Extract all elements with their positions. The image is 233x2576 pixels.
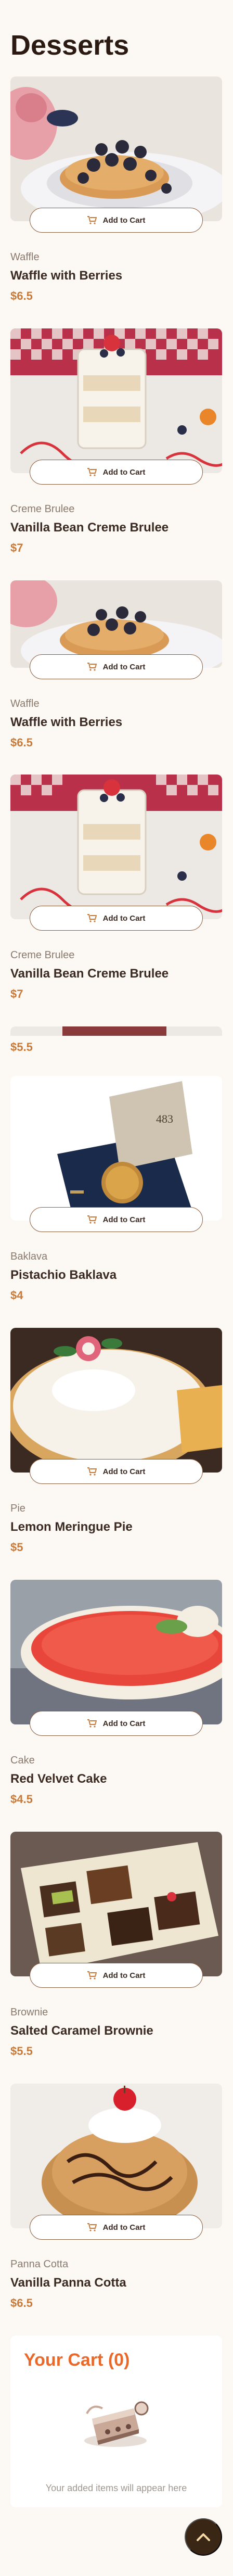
product-name: Vanilla Bean Creme Brulee	[10, 967, 169, 981]
shopping-cart-icon	[87, 2223, 97, 2231]
product-page: Desserts Add to Cart Waffle Waffle with …	[0, 0, 233, 2507]
product-category: Waffle	[10, 251, 40, 263]
product-card: Add to Cart Creme Brulee Vanilla Bean Cr…	[10, 328, 223, 580]
shopping-cart-icon	[87, 1467, 97, 1476]
product-card: Add to Cart Panna Cotta Vanilla Panna Co…	[10, 2084, 223, 2325]
add-to-cart-label: Add to Cart	[102, 215, 146, 225]
add-to-cart-button[interactable]: Add to Cart	[30, 460, 203, 485]
add-to-cart-button[interactable]: Add to Cart	[30, 906, 203, 931]
add-to-cart-button[interactable]: Add to Cart	[30, 1963, 203, 1988]
product-price: $4	[10, 1289, 23, 1302]
shopping-cart-icon	[87, 468, 97, 476]
cart-title: Your Cart (0)	[24, 2350, 130, 2370]
product-image-brulee	[10, 328, 222, 473]
add-to-cart-button[interactable]: Add to Cart	[30, 1459, 203, 1484]
product-image-pannacotta	[10, 2084, 222, 2228]
product-card: 483 Add to Cart Baklava Pistachio Baklav…	[10, 1076, 223, 1328]
product-category: Panna Cotta	[10, 2258, 69, 2270]
product-image-cake	[10, 1580, 222, 1724]
product-price: $5	[10, 1541, 23, 1554]
shopping-cart-icon	[87, 1215, 97, 1224]
empty-cart-cake-icon	[84, 2401, 149, 2447]
product-price: $4.5	[10, 1793, 33, 1806]
chevron-up-icon	[197, 2533, 210, 2541]
cart-empty-text: Your added items will appear here	[45, 2483, 187, 2493]
product-category: Creme Brulee	[10, 503, 75, 515]
product-name: Salted Caramel Brownie	[10, 2024, 153, 2038]
shopping-cart-icon	[87, 216, 97, 224]
add-to-cart-label: Add to Cart	[102, 1971, 146, 1980]
product-card-collapsed: $5.5	[10, 1026, 223, 1076]
add-to-cart-label: Add to Cart	[102, 662, 146, 671]
product-card: Add to Cart Creme Brulee Vanilla Bean Cr…	[10, 775, 223, 1026]
shopping-cart-icon	[87, 1971, 97, 1979]
product-category: Waffle	[10, 698, 40, 709]
add-to-cart-label: Add to Cart	[102, 1215, 146, 1224]
product-price: $7	[10, 541, 23, 554]
product-name: Waffle with Berries	[10, 715, 123, 729]
product-card: Add to Cart Waffle Waffle with Berries $…	[10, 580, 223, 775]
add-to-cart-button[interactable]: Add to Cart	[30, 654, 203, 679]
add-to-cart-label: Add to Cart	[102, 913, 146, 923]
product-name: Vanilla Panna Cotta	[10, 2276, 126, 2290]
product-price: $7	[10, 987, 23, 1000]
cart-panel: Your Cart (0) Your added items will appe…	[10, 2336, 222, 2507]
svg-text:483: 483	[156, 1112, 173, 1125]
add-to-cart-label: Add to Cart	[102, 1467, 146, 1476]
add-to-cart-label: Add to Cart	[102, 2223, 146, 2232]
add-to-cart-label: Add to Cart	[102, 467, 146, 477]
page-title: Desserts	[10, 30, 130, 61]
scroll-to-top-button[interactable]	[185, 2518, 222, 2556]
add-to-cart-label: Add to Cart	[102, 1719, 146, 1728]
shopping-cart-icon	[87, 1719, 97, 1728]
product-category: Brownie	[10, 2007, 48, 2018]
product-name: Lemon Meringue Pie	[10, 1520, 133, 1534]
shopping-cart-icon	[87, 663, 97, 671]
product-image-baklava: 483	[10, 1076, 222, 1221]
product-image-pie	[10, 1328, 222, 1473]
product-price: $5.5	[10, 2045, 33, 2058]
product-card: Add to Cart Cake Red Velvet Cake $4.5	[10, 1580, 223, 1832]
product-category: Creme Brulee	[10, 949, 75, 961]
shopping-cart-icon	[87, 914, 97, 922]
product-name: Waffle with Berries	[10, 269, 123, 283]
product-price: $5.5	[10, 1040, 33, 1054]
add-to-cart-button[interactable]: Add to Cart	[30, 2215, 203, 2240]
product-price: $6.5	[10, 736, 33, 749]
product-name: Pistachio Baklava	[10, 1268, 117, 1282]
product-price: $6.5	[10, 2296, 33, 2309]
add-to-cart-button[interactable]: Add to Cart	[30, 1207, 203, 1232]
product-price: $6.5	[10, 289, 33, 302]
product-image-strip	[10, 1026, 222, 1036]
product-image-brulee	[10, 775, 222, 919]
product-card: Add to Cart Pie Lemon Meringue Pie $5	[10, 1328, 223, 1580]
product-card: Add to Cart Waffle Waffle with Berries $…	[10, 77, 223, 328]
product-name: Vanilla Bean Creme Brulee	[10, 521, 169, 535]
add-to-cart-button[interactable]: Add to Cart	[30, 208, 203, 233]
product-image-waffle	[10, 77, 222, 221]
product-category: Cake	[10, 1755, 35, 1766]
product-name: Red Velvet Cake	[10, 1772, 107, 1786]
add-to-cart-button[interactable]: Add to Cart	[30, 1711, 203, 1736]
product-category: Baklava	[10, 1251, 48, 1262]
product-image-brownie	[10, 1832, 222, 1976]
product-card: Add to Cart Brownie Salted Caramel Brown…	[10, 1832, 223, 2084]
product-category: Pie	[10, 1503, 25, 1514]
